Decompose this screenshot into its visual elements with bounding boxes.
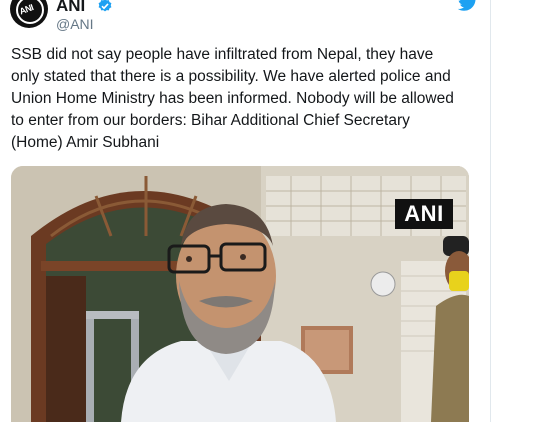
tweet-media-video[interactable]: ANI	[11, 166, 469, 422]
author-handle[interactable]: @ANI	[56, 16, 94, 32]
ani-watermark: ANI	[395, 199, 453, 229]
tweet-header: ANI ANI @ANI	[10, 0, 480, 40]
verified-badge-icon	[98, 0, 112, 12]
tweet-text: SSB did not say people have infiltrated …	[11, 46, 454, 151]
tweet-card: ANI ANI @ANI SSB did not say people have…	[0, 0, 491, 422]
author-name[interactable]: ANI	[56, 0, 85, 16]
avatar[interactable]: ANI	[10, 0, 48, 28]
twitter-bird-icon[interactable]	[458, 0, 478, 12]
